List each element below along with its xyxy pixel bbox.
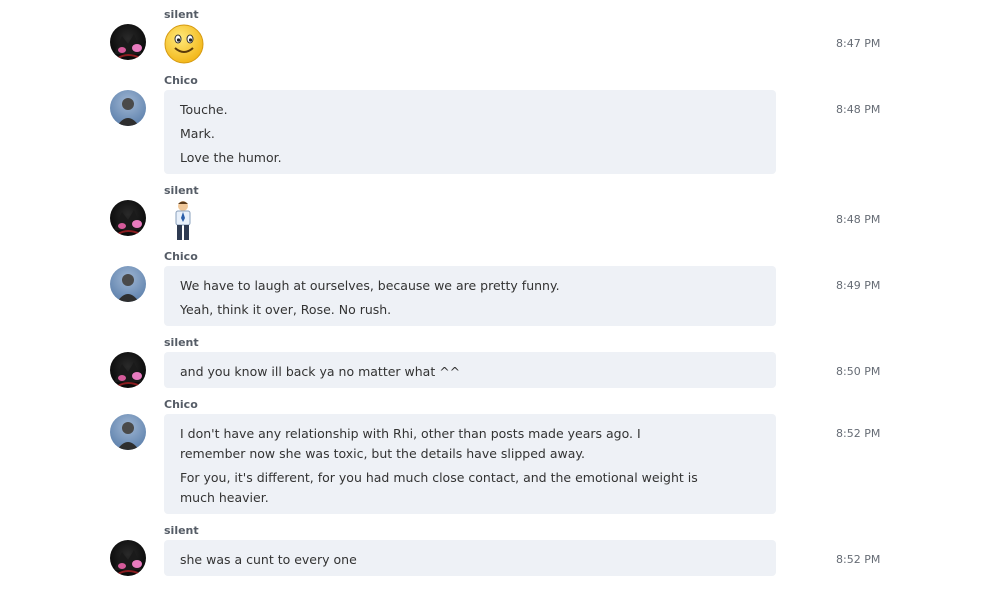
- sender-name: silent: [164, 8, 199, 21]
- avatar[interactable]: [110, 266, 146, 302]
- timestamp: 8:52 PM: [836, 427, 881, 440]
- message-text: We have to laugh at ourselves, because w…: [180, 278, 560, 293]
- message-text: Mark.: [180, 126, 215, 141]
- timestamp: 8:47 PM: [836, 37, 881, 50]
- avatar[interactable]: [110, 90, 146, 126]
- message-bubble: and you know ill back ya no matter what …: [164, 352, 776, 388]
- sender-name: Chico: [164, 74, 198, 87]
- avatar[interactable]: [110, 24, 146, 60]
- avatar-image-icon: [114, 34, 142, 59]
- timestamp: 8:50 PM: [836, 365, 881, 378]
- avatar-image-icon: [114, 210, 142, 235]
- avatar[interactable]: [110, 200, 146, 236]
- avatar[interactable]: [110, 352, 146, 388]
- message-text: For you, it's different, for you had muc…: [180, 470, 698, 505]
- message-text: and you know ill back ya no matter what …: [180, 364, 461, 379]
- avatar-image-icon: [117, 422, 139, 450]
- avatar-image-icon: [114, 550, 142, 575]
- message-bubble: Touche. Mark. Love the humor.: [164, 90, 776, 174]
- message-text: I don't have any relationship with Rhi, …: [180, 426, 641, 461]
- avatar-image-icon: [114, 362, 142, 387]
- sender-name: silent: [164, 184, 199, 197]
- sender-name: Chico: [164, 250, 198, 263]
- timestamp: 8:48 PM: [836, 103, 881, 116]
- avatar-image-icon: [117, 98, 139, 126]
- timestamp: 8:49 PM: [836, 279, 881, 292]
- avatar-image-icon: [117, 274, 139, 302]
- message-text: Yeah, think it over, Rose. No rush.: [180, 302, 392, 317]
- message-text: Touche.: [180, 102, 228, 117]
- avatar[interactable]: [110, 540, 146, 576]
- smile-emoji-icon: [164, 24, 204, 68]
- message-text: she was a cunt to every one: [180, 552, 357, 567]
- man-standing-emoji-icon: [170, 200, 196, 246]
- message-text: Love the humor.: [180, 150, 282, 165]
- sender-name: Chico: [164, 398, 198, 411]
- avatar[interactable]: [110, 414, 146, 450]
- message-bubble: I don't have any relationship with Rhi, …: [164, 414, 776, 514]
- message-bubble: We have to laugh at ourselves, because w…: [164, 266, 776, 326]
- timestamp: 8:48 PM: [836, 213, 881, 226]
- message-bubble: she was a cunt to every one: [164, 540, 776, 576]
- timestamp: 8:52 PM: [836, 553, 881, 566]
- sender-name: silent: [164, 336, 199, 349]
- sender-name: silent: [164, 524, 199, 537]
